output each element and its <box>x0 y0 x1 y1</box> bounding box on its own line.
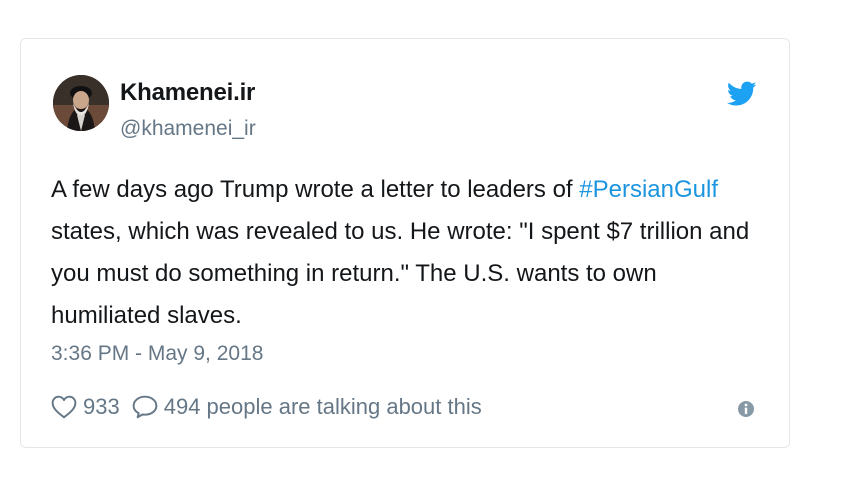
tweet-timestamp[interactable]: 3:36 PM - May 9, 2018 <box>51 342 263 366</box>
twitter-bird-icon[interactable] <box>727 81 757 107</box>
hashtag-link[interactable]: #PersianGulf <box>579 176 718 203</box>
heart-icon <box>51 395 77 419</box>
like-button[interactable]: 933 <box>51 394 120 420</box>
tweet-card: Khamenei.ir @khamenei_ir A few days ago … <box>20 38 790 448</box>
talking-text: 494 people are talking about this <box>163 394 482 419</box>
avatar-image <box>53 75 109 131</box>
info-icon[interactable] <box>737 400 755 418</box>
tweet-text-part: states, which was revealed to us. He wro… <box>51 218 750 329</box>
display-name[interactable]: Khamenei.ir <box>120 79 255 107</box>
tweet-text-part: A few days ago Trump wrote a letter to l… <box>51 176 580 203</box>
avatar[interactable] <box>53 75 109 131</box>
conversation-link[interactable]: 494 people are talking about this <box>132 394 482 420</box>
user-handle[interactable]: @khamenei_ir <box>120 117 256 141</box>
like-count: 933 <box>83 394 120 419</box>
tweet-actions: 933 494 people are talking about this <box>51 394 482 420</box>
tweet-text: A few days ago Trump wrote a letter to l… <box>51 169 771 337</box>
speech-bubble-icon <box>132 395 158 419</box>
